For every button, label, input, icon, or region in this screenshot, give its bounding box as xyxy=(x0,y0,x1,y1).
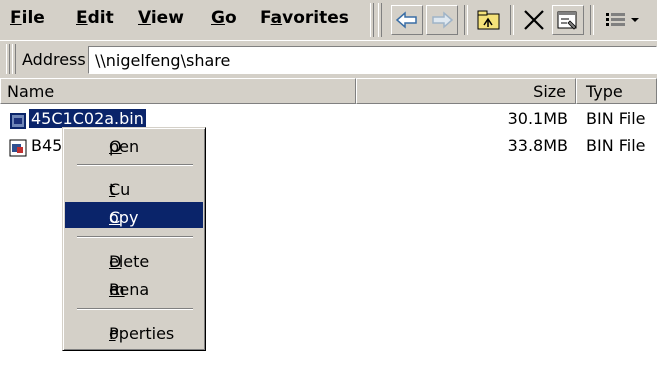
menu-item-delete[interactable]: Delete xyxy=(65,246,203,272)
menu-bar: File Edit View Go Favorites xyxy=(0,0,657,40)
views-button[interactable] xyxy=(600,5,646,35)
toolbar-grip-2[interactable] xyxy=(378,3,382,37)
back-arrow-icon xyxy=(395,11,417,29)
bin-file-icon xyxy=(9,139,27,157)
column-header-name[interactable]: Name xyxy=(0,78,356,104)
up-folder-icon xyxy=(477,10,500,30)
file-size: 33.8MB xyxy=(507,136,568,155)
menu-item-open[interactable]: Open xyxy=(65,131,203,157)
file-size: 30.1MB xyxy=(507,109,568,128)
menu-item-copy[interactable]: Copy xyxy=(65,202,203,228)
toolbar-separator-2 xyxy=(510,5,514,35)
column-header-size[interactable]: Size xyxy=(356,78,576,104)
menu-go[interactable]: Go xyxy=(211,8,237,28)
address-grip[interactable] xyxy=(6,44,10,74)
context-menu: Open Cu t Copy Delete Rena m e Pr operties xyxy=(62,127,206,351)
menu-separator xyxy=(77,164,193,166)
bin-file-icon xyxy=(10,113,26,129)
address-value: \\nigelfeng\share xyxy=(95,51,231,70)
address-input[interactable]: \\nigelfeng\share xyxy=(88,46,657,74)
back-button[interactable] xyxy=(391,5,423,35)
menu-file[interactable]: File xyxy=(10,8,45,28)
chevron-down-icon xyxy=(631,18,639,22)
file-type: BIN File xyxy=(586,136,646,155)
delete-x-icon xyxy=(524,10,544,30)
forward-button[interactable] xyxy=(426,5,458,35)
file-type: BIN File xyxy=(586,109,646,128)
properties-icon xyxy=(557,11,577,30)
file-name[interactable]: B45 xyxy=(29,136,64,155)
properties-button[interactable] xyxy=(552,5,584,35)
menu-separator xyxy=(77,308,193,310)
up-folder-button[interactable] xyxy=(472,5,504,35)
menu-item-rename[interactable]: Rena m e xyxy=(65,274,203,300)
column-header-type[interactable]: Type xyxy=(576,78,657,104)
toolbar-separator-3 xyxy=(590,5,594,35)
forward-arrow-icon xyxy=(432,11,454,29)
menu-view[interactable]: View xyxy=(138,8,184,28)
file-name[interactable]: 45C1C02a.bin xyxy=(29,109,146,128)
menu-favorites[interactable]: Favorites xyxy=(260,8,349,28)
views-icon xyxy=(606,13,639,26)
toolbar-grip[interactable] xyxy=(370,3,374,37)
toolbar-separator xyxy=(464,5,468,35)
delete-button[interactable] xyxy=(518,5,550,35)
menu-item-cut[interactable]: Cu t xyxy=(65,174,203,200)
address-grip-2[interactable] xyxy=(12,44,16,74)
menu-edit[interactable]: Edit xyxy=(76,8,114,28)
list-header: Name Size Type xyxy=(0,78,657,104)
menu-item-properties[interactable]: Pr operties xyxy=(65,318,203,344)
menu-separator xyxy=(77,236,193,238)
address-label: Address xyxy=(22,50,86,69)
address-bar: Address \\nigelfeng\share xyxy=(0,40,657,79)
